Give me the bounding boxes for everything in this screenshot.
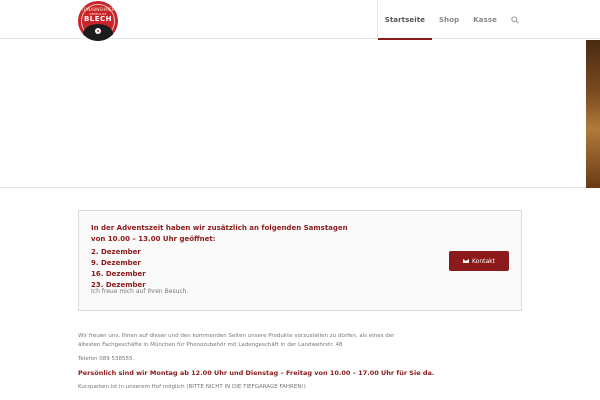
intro-paragraph: Wir freuen uns, Ihnen auf dieser und den… <box>78 332 522 350</box>
nav-item-kasse[interactable]: Kasse <box>466 0 504 39</box>
main-nav: Startseite Shop Kasse <box>376 0 600 40</box>
hero-banner <box>0 40 600 188</box>
intro-content: Wir freuen uns, Ihnen auf dieser und den… <box>78 332 522 392</box>
notice-date: 9. Dezember <box>91 259 141 267</box>
mail-icon <box>463 259 470 263</box>
contact-button[interactable]: Kontakt <box>449 251 509 271</box>
notice-heading-line2: von 10.00 – 13.00 Uhr geöffnet: <box>91 235 216 243</box>
record-spindle-icon <box>97 30 99 32</box>
logo-text-brand: BLECH <box>83 15 113 23</box>
intro-line: ältesten Fachgeschäfte in München für Ph… <box>78 342 343 348</box>
search-button[interactable] <box>504 0 526 39</box>
notice-footer: Ich freue mich auf Ihren Besuch. <box>91 288 189 295</box>
notice-heading: In der Adventszeit haben wir zusätzlich … <box>91 223 348 245</box>
search-icon <box>511 15 519 24</box>
notice-date: 2. Dezember <box>91 248 141 256</box>
site-header: TONABNEHMER SPEZIALIST BLECH Startseite … <box>0 0 600 41</box>
intro-line: Wir freuen uns, Ihnen auf dieser und den… <box>78 333 395 339</box>
parking-text: Kurzparken ist in unserem Hof möglich (B… <box>78 384 306 390</box>
advent-notice-box: In der Adventszeit haben wir zusätzlich … <box>78 210 522 311</box>
nav-item-startseite[interactable]: Startseite <box>377 0 433 40</box>
notice-date-list: 2. Dezember 9. Dezember 16. Dezember 23.… <box>91 247 146 291</box>
phone-text: Telefon 089 538555. <box>78 356 135 362</box>
notice-heading-line1: In der Adventszeit haben wir zusätzlich … <box>91 224 348 232</box>
banner-image-edge <box>586 40 600 188</box>
nav-item-shop[interactable]: Shop <box>432 0 466 39</box>
opening-hours-text: Persönlich sind wir Montag ab 12.00 Uhr … <box>78 369 435 377</box>
contact-button-label: Kontakt <box>472 257 495 265</box>
site-logo[interactable]: TONABNEHMER SPEZIALIST BLECH <box>78 1 118 41</box>
notice-date: 16. Dezember <box>91 270 146 278</box>
